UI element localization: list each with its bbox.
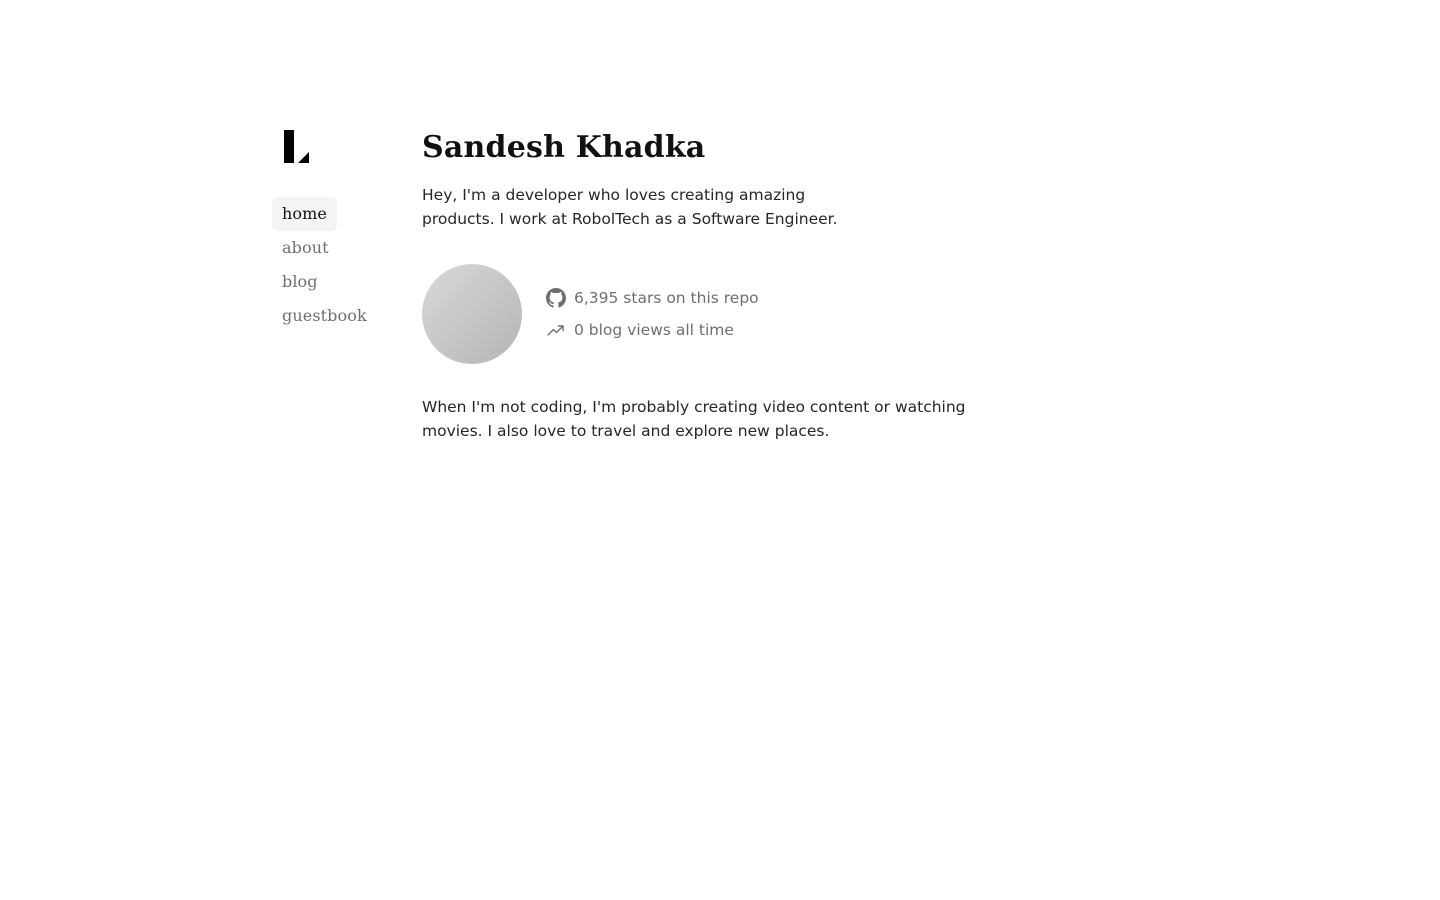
stats-list: 6,395 stars on this repo 0 blog views al…	[546, 286, 759, 342]
outro-text: When I'm not coding, I'm probably creati…	[422, 398, 966, 440]
intro-text: Hey, I'm a developer who loves creating …	[422, 186, 838, 228]
sidebar: home about blog guestbook	[272, 128, 392, 333]
logo-bar	[284, 130, 294, 163]
github-stars-text: 6,395 stars on this repo	[574, 289, 759, 307]
profile-section: 6,395 stars on this repo 0 blog views al…	[422, 264, 1002, 364]
blog-views-text: 0 blog views all time	[574, 321, 734, 339]
github-icon	[546, 288, 566, 308]
logo-icon[interactable]	[284, 128, 314, 164]
nav-item-about[interactable]: about	[272, 231, 339, 265]
nav-item-blog[interactable]: blog	[272, 265, 328, 299]
avatar	[422, 264, 522, 364]
logo-triangle	[298, 152, 309, 163]
main-content: Sandesh Khadka Hey, I'm a developer who …	[422, 128, 1002, 443]
github-stars-link[interactable]: 6,395 stars on this repo	[546, 286, 759, 310]
main-nav: home about blog guestbook	[272, 197, 392, 333]
nav-item-guestbook[interactable]: guestbook	[272, 299, 377, 333]
nav-item-home[interactable]: home	[272, 197, 337, 231]
page-title: Sandesh Khadka	[422, 130, 706, 165]
trending-up-icon	[546, 320, 566, 340]
blog-views-link[interactable]: 0 blog views all time	[546, 318, 759, 342]
